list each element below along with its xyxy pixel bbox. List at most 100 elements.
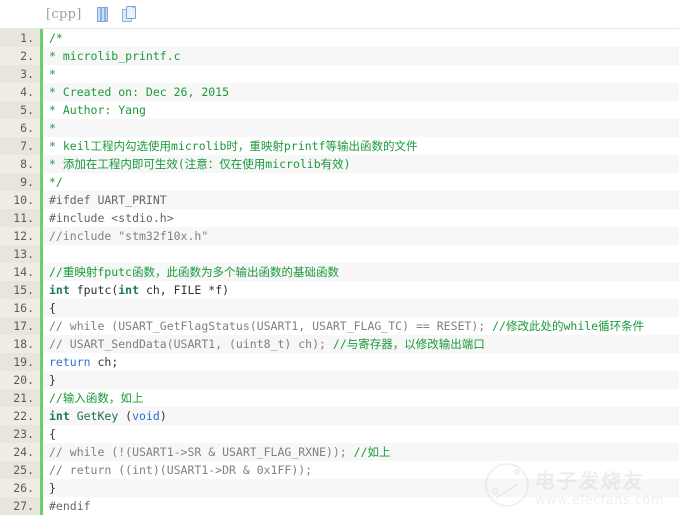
- code-line: 26.}: [0, 479, 679, 497]
- code-token: return: [49, 355, 91, 369]
- line-source[interactable]: #include <stdio.h>: [40, 209, 679, 227]
- code-token: ): [159, 409, 167, 423]
- line-number: 6.: [0, 119, 40, 137]
- line-number: 19.: [0, 353, 40, 371]
- code-token: /*: [49, 31, 63, 45]
- code-token: }: [49, 373, 56, 387]
- code-line: 13.: [0, 245, 679, 263]
- line-number: 12.: [0, 227, 40, 245]
- code-token: #include <stdio.h>: [49, 211, 174, 225]
- code-line: 6. *: [0, 119, 679, 137]
- line-source[interactable]: *: [40, 65, 679, 83]
- code-token: //include "stm32f10x.h": [49, 229, 209, 243]
- line-source[interactable]: }: [40, 371, 679, 389]
- line-source[interactable]: */: [40, 173, 679, 191]
- line-source[interactable]: //include "stm32f10x.h": [40, 227, 679, 245]
- line-number: 1.: [0, 29, 40, 47]
- line-source[interactable]: return ch;: [40, 353, 679, 371]
- line-source[interactable]: }: [40, 479, 679, 497]
- line-number: 25.: [0, 461, 40, 479]
- code-snippet-widget: [cpp] 1. /* 2. * microlib_printf.c 3. * 4. *…: [0, 0, 679, 523]
- code-line: 19. return ch;: [0, 353, 679, 371]
- line-number: 14.: [0, 263, 40, 281]
- code-token: {: [49, 427, 56, 441]
- code-token: #endif: [49, 499, 91, 513]
- code-line: 21. //输入函数，如上: [0, 389, 679, 407]
- line-source[interactable]: // while (!(USART1->SR & USART_FLAG_RXNE…: [40, 443, 679, 461]
- line-source[interactable]: /*: [40, 29, 679, 47]
- document-icon[interactable]: [95, 6, 109, 22]
- line-source[interactable]: #endif: [40, 497, 679, 515]
- line-source[interactable]: int fputc(int ch, FILE *f): [40, 281, 679, 299]
- line-source[interactable]: // USART_SendData(USART1, (uint8_t) ch);…: [40, 335, 679, 353]
- code-token: }: [49, 481, 56, 495]
- code-token: * keil工程内勾选使用microlib时，重映射printf等输出函数的文件: [49, 139, 418, 153]
- code-line: 20.}: [0, 371, 679, 389]
- line-number: 5.: [0, 101, 40, 119]
- code-token: ch, FILE *f): [139, 283, 230, 297]
- line-number: 15.: [0, 281, 40, 299]
- code-token: ch;: [90, 355, 119, 369]
- line-source[interactable]: //输入函数，如上: [40, 389, 679, 407]
- code-token: //与寄存器，以修改输出端口: [332, 337, 485, 351]
- line-source[interactable]: int GetKey (void): [40, 407, 679, 425]
- line-number: 13.: [0, 245, 40, 263]
- line-number: 2.: [0, 47, 40, 65]
- code-line: 11. #include <stdio.h>: [0, 209, 679, 227]
- code-token: *: [49, 67, 56, 81]
- code-listing[interactable]: 1. /* 2. * microlib_printf.c 3. * 4. * Creat…: [0, 28, 679, 515]
- code-line: 22. int GetKey (void): [0, 407, 679, 425]
- line-number: 7.: [0, 137, 40, 155]
- code-token: int: [49, 409, 70, 423]
- line-source[interactable]: // while (USART_GetFlagStatus(USART1, US…: [40, 317, 679, 335]
- code-line: 8. * 添加在工程内即可生效(注意：仅在使用microlib有效): [0, 155, 679, 173]
- line-number: 10.: [0, 191, 40, 209]
- copy-pages-icon[interactable]: [121, 6, 136, 22]
- line-source[interactable]: * Author: Yang: [40, 101, 679, 119]
- code-token: // while (!(USART1->SR & USART_FLAG_RXNE…: [49, 445, 347, 459]
- code-line: 24. // while (!(USART1->SR & USART_FLAG_R…: [0, 443, 679, 461]
- code-token: * 添加在工程内即可生效(注意：仅在使用microlib有效): [49, 157, 351, 171]
- line-source[interactable]: {: [40, 425, 679, 443]
- line-source[interactable]: {: [40, 299, 679, 317]
- code-token: // while (USART_GetFlagStatus(USART1, US…: [49, 319, 486, 333]
- line-source[interactable]: * Created on: Dec 26, 2015: [40, 83, 679, 101]
- code-token: int: [118, 283, 140, 297]
- code-token: #ifdef UART_PRINT: [49, 193, 167, 207]
- line-source[interactable]: * microlib_printf.c: [40, 47, 679, 65]
- code-token: {: [49, 301, 56, 315]
- line-number: 4.: [0, 83, 40, 101]
- line-source[interactable]: *: [40, 119, 679, 137]
- line-number: 11.: [0, 209, 40, 227]
- code-line: 4. * Created on: Dec 26, 2015: [0, 83, 679, 101]
- line-number: 22.: [0, 407, 40, 425]
- line-source[interactable]: * 添加在工程内即可生效(注意：仅在使用microlib有效): [40, 155, 679, 173]
- code-line: 18.// USART_SendData(USART1, (uint8_t) c…: [0, 335, 679, 353]
- line-number: 20.: [0, 371, 40, 389]
- code-line: 27. #endif: [0, 497, 679, 515]
- code-line: 10. #ifdef UART_PRINT: [0, 191, 679, 209]
- line-source[interactable]: [40, 245, 679, 263]
- language-label: [cpp]: [46, 6, 82, 22]
- code-token: //如上: [353, 445, 391, 459]
- line-source[interactable]: //重映射fputc函数，此函数为多个输出函数的基础函数: [40, 263, 679, 281]
- line-number: 23.: [0, 425, 40, 443]
- line-source[interactable]: // return ((int)(USART1->DR & 0x1FF));: [40, 461, 679, 479]
- line-number: 3.: [0, 65, 40, 83]
- code-token: */: [49, 175, 63, 189]
- code-token: *: [49, 121, 56, 135]
- code-token: //修改此处的while循环条件: [492, 319, 645, 333]
- code-token: * Created on: Dec 26, 2015: [49, 85, 230, 99]
- code-line: 17. // while (USART_GetFlagStatus(USART1,…: [0, 317, 679, 335]
- code-token: fputc(: [69, 283, 119, 297]
- code-line: 25. // return ((int)(USART1->DR & 0x1FF))…: [0, 461, 679, 479]
- code-token: //输入函数，如上: [49, 391, 144, 405]
- line-number: 27.: [0, 497, 40, 515]
- line-source[interactable]: * keil工程内勾选使用microlib时，重映射printf等输出函数的文件: [40, 137, 679, 155]
- code-line: 16. {: [0, 299, 679, 317]
- code-line: 1. /*: [0, 29, 679, 47]
- line-source[interactable]: #ifdef UART_PRINT: [40, 191, 679, 209]
- code-token: //重映射fputc函数，此函数为多个输出函数的基础函数: [49, 265, 339, 279]
